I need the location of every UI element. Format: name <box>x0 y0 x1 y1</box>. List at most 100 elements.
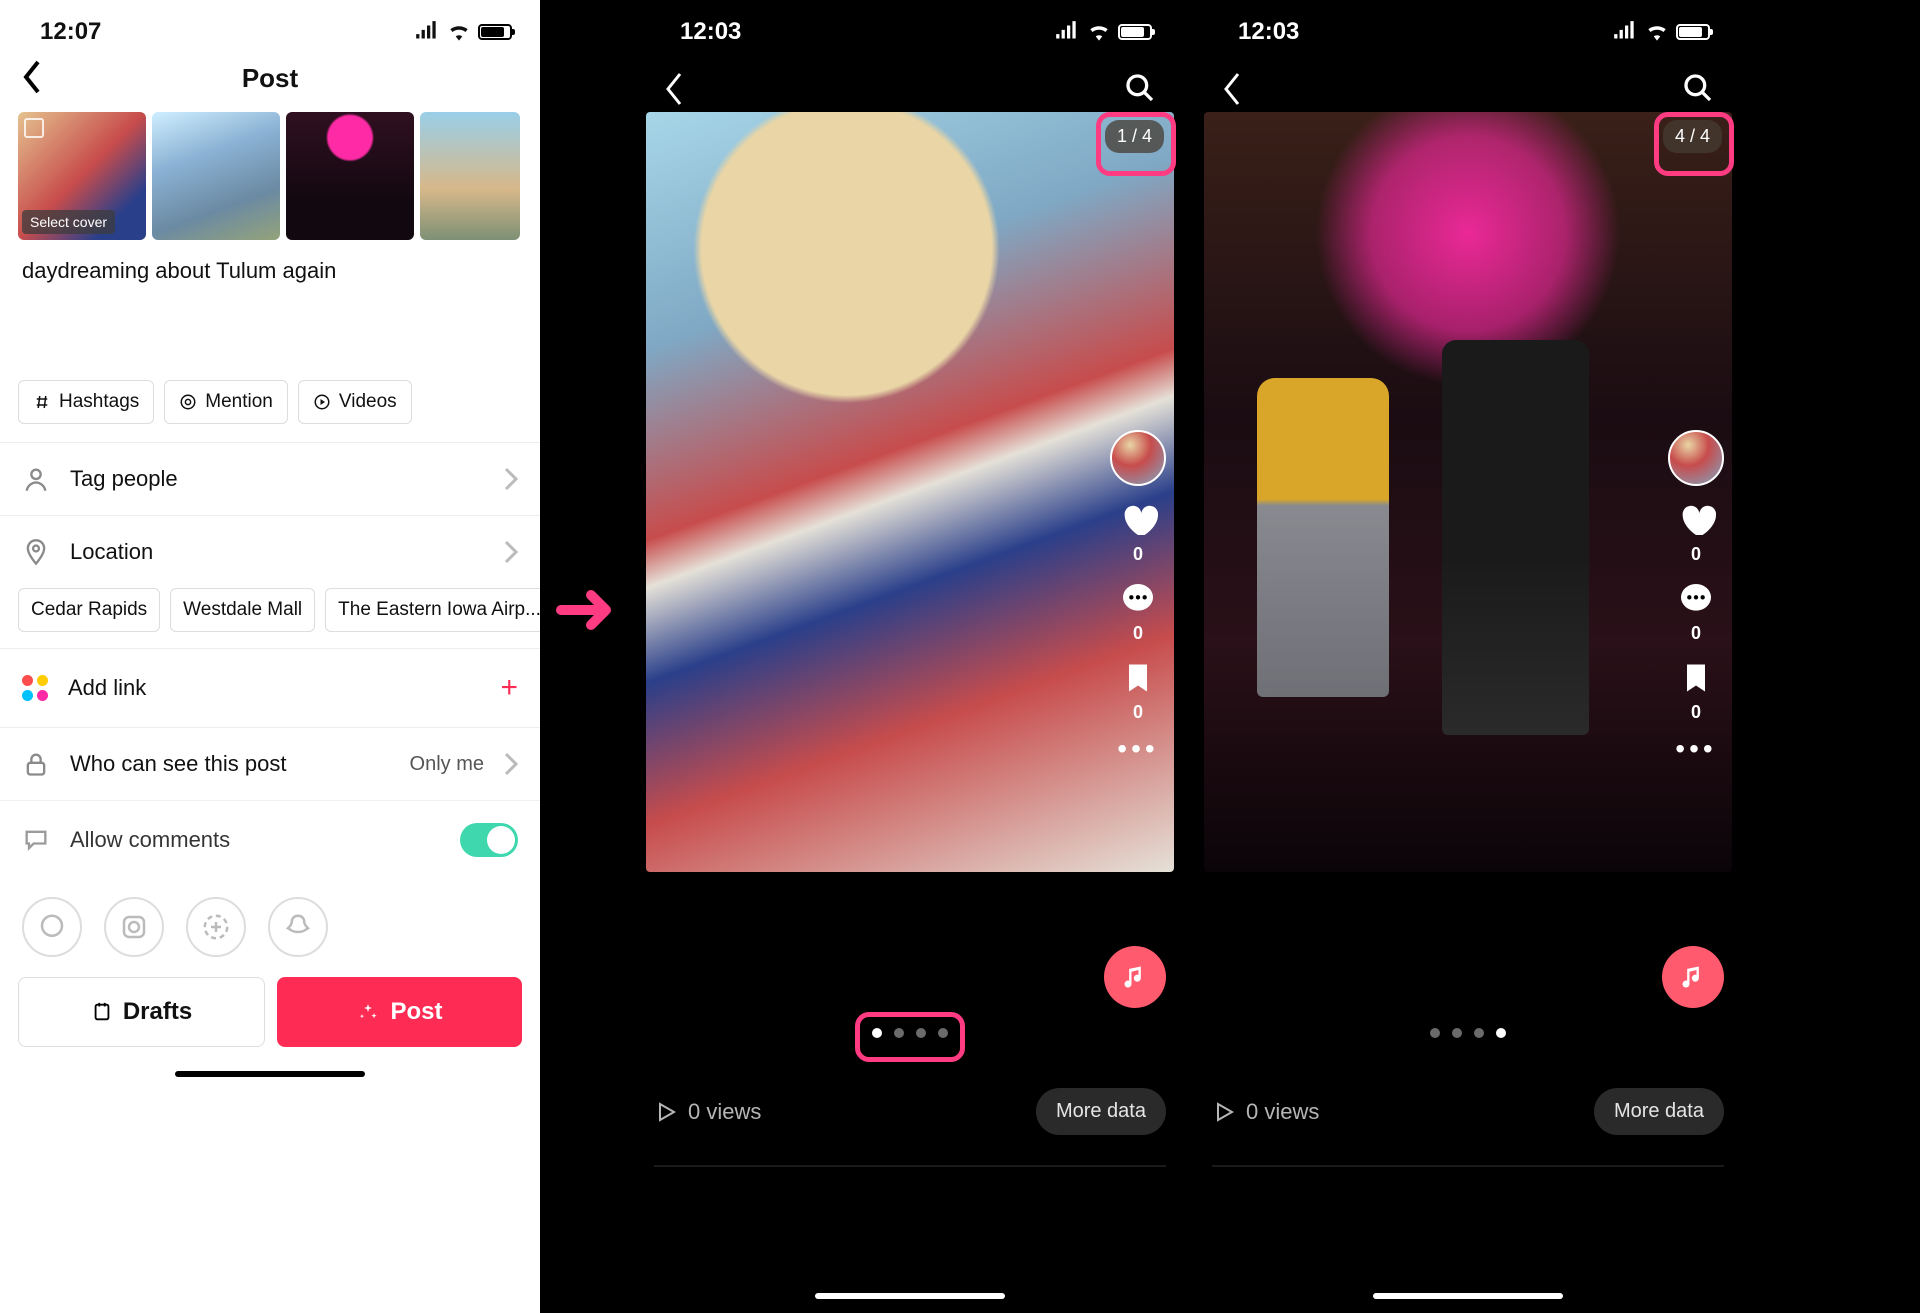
search-button[interactable] <box>1124 72 1156 104</box>
privacy-row[interactable]: Who can see this post Only me <box>0 728 540 800</box>
mention-chip[interactable]: Mention <box>164 380 288 424</box>
videos-chip[interactable]: Videos <box>298 380 412 424</box>
status-icons <box>414 19 512 45</box>
drafts-button[interactable]: Drafts <box>18 977 265 1047</box>
comment-icon <box>1118 579 1158 619</box>
like-button[interactable]: 0 <box>1676 500 1716 565</box>
wifi-icon <box>446 19 472 45</box>
cellular-icon <box>1054 19 1080 45</box>
comments-toggle[interactable] <box>460 823 518 857</box>
cellular-icon <box>1612 19 1638 45</box>
plus-icon: + <box>500 671 518 705</box>
more-actions-button[interactable]: ••• <box>1675 733 1716 765</box>
search-button[interactable] <box>1682 72 1714 104</box>
wifi-icon <box>1086 19 1112 45</box>
comment-icon <box>1676 579 1716 619</box>
more-actions-button[interactable]: ••• <box>1117 733 1158 765</box>
avatar[interactable] <box>1668 430 1724 486</box>
location-row[interactable]: Location <box>0 516 540 588</box>
post-compose-screen: 12:07 Post Select cover daydreaming abou… <box>0 0 540 1313</box>
chip-label: Videos <box>339 391 397 413</box>
status-bar: 12:07 <box>0 0 540 52</box>
chevron-right-icon <box>504 467 518 491</box>
divider <box>654 1165 1166 1167</box>
location-chip[interactable]: Westdale Mall <box>170 588 315 632</box>
clock: 12:07 <box>40 18 101 46</box>
button-label: Drafts <box>123 998 192 1026</box>
comment-button[interactable]: 0 <box>1118 579 1158 644</box>
bookmark-icon <box>1678 658 1714 698</box>
row-label: Allow comments <box>70 827 440 853</box>
play-outline-icon <box>1212 1100 1236 1124</box>
chip-label: Hashtags <box>59 391 139 413</box>
location-chip[interactable]: Cedar Rapids <box>18 588 160 632</box>
instagram-icon <box>119 912 149 942</box>
carousel-image[interactable]: 4 / 4 <box>1204 112 1732 872</box>
bookmark-button[interactable]: 0 <box>1120 658 1156 723</box>
cover-thumb[interactable] <box>420 112 520 240</box>
views-bar: 0 views More data <box>654 1088 1166 1135</box>
home-indicator <box>1373 1293 1563 1299</box>
back-button[interactable] <box>664 72 684 106</box>
music-note-icon <box>1121 963 1149 991</box>
tag-people-row[interactable]: Tag people <box>0 443 540 515</box>
status-bar: 12:03 <box>640 0 1180 52</box>
clock: 12:03 <box>1238 18 1299 46</box>
select-cover-button[interactable]: Select cover <box>22 210 115 234</box>
battery-icon <box>478 24 512 40</box>
cellular-icon <box>414 19 440 45</box>
avatar[interactable] <box>1110 430 1166 486</box>
bookmark-button[interactable]: 0 <box>1678 658 1714 723</box>
music-fab[interactable] <box>1104 946 1166 1008</box>
cover-thumb[interactable] <box>152 112 280 240</box>
add-link-row[interactable]: Add link + <box>0 649 540 727</box>
carousel-image[interactable]: 1 / 4 <box>646 112 1174 872</box>
row-label: Who can see this post <box>70 751 390 777</box>
share-message-button[interactable] <box>22 897 82 957</box>
bookmark-count: 0 <box>1133 702 1143 723</box>
caption-input[interactable]: daydreaming about Tulum again <box>0 240 540 380</box>
cover-thumb[interactable]: Select cover <box>18 112 146 240</box>
wifi-icon <box>1644 19 1670 45</box>
location-chip[interactable]: The Eastern Iowa Airp... <box>325 588 540 632</box>
side-actions: 0 0 0 ••• <box>1668 430 1724 765</box>
more-data-button[interactable]: More data <box>1594 1088 1724 1135</box>
row-label: Add link <box>68 675 480 701</box>
share-snapchat-button[interactable] <box>268 897 328 957</box>
heart-icon <box>1676 500 1716 540</box>
cover-thumb[interactable] <box>286 112 414 240</box>
home-indicator <box>175 1071 365 1077</box>
heart-icon <box>1118 500 1158 540</box>
carousel-pager <box>1430 1028 1506 1038</box>
at-icon <box>179 393 197 411</box>
chevron-right-icon <box>504 752 518 776</box>
post-button[interactable]: Post <box>277 977 522 1047</box>
compose-chips: Hashtags Mention Videos <box>0 380 540 442</box>
page-title: Post <box>242 63 298 94</box>
share-story-button[interactable] <box>186 897 246 957</box>
allow-comments-row[interactable]: Allow comments <box>0 801 540 879</box>
post-actions: Drafts Post <box>0 965 540 1063</box>
like-button[interactable]: 0 <box>1118 500 1158 565</box>
status-bar: 12:03 <box>1198 0 1738 52</box>
comment-button[interactable]: 0 <box>1676 579 1716 644</box>
home-indicator <box>815 1293 1005 1299</box>
more-data-button[interactable]: More data <box>1036 1088 1166 1135</box>
highlight-pager <box>855 1012 965 1062</box>
views-bar: 0 views More data <box>1212 1088 1724 1135</box>
highlight-counter <box>1654 112 1734 176</box>
links-icon <box>22 675 48 701</box>
music-fab[interactable] <box>1662 946 1724 1008</box>
share-row <box>0 879 540 965</box>
chat-bubble-icon <box>37 912 67 942</box>
back-button[interactable] <box>1222 72 1242 106</box>
back-button[interactable] <box>22 60 42 99</box>
views-label: 0 views <box>1246 1099 1319 1125</box>
snapchat-icon <box>283 912 313 942</box>
share-instagram-button[interactable] <box>104 897 164 957</box>
hashtag-chip[interactable]: Hashtags <box>18 380 154 424</box>
side-actions: 0 0 0 ••• <box>1110 430 1166 765</box>
drafts-icon <box>91 1001 113 1023</box>
clock: 12:03 <box>680 18 741 46</box>
like-count: 0 <box>1691 544 1701 565</box>
